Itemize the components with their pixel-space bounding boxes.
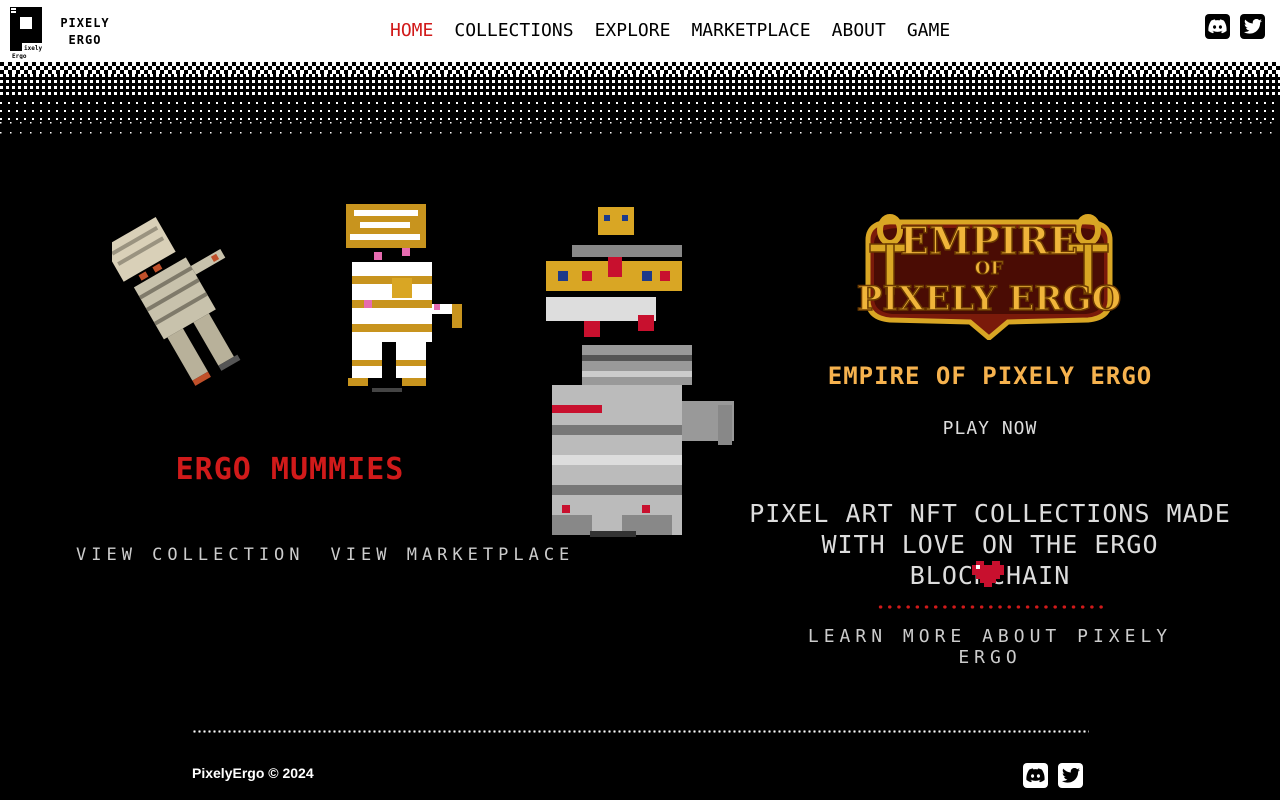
view-collection-link[interactable]: VIEW COLLECTION	[76, 545, 305, 565]
logo-of-text: OF	[975, 258, 1004, 279]
collection-links: VIEW COLLECTION VIEW MARKETPLACE	[76, 545, 574, 565]
header-social-links	[1205, 14, 1265, 39]
logo-empire-text: EMPIRE	[900, 218, 1078, 263]
mummy-sprite-gold	[346, 204, 462, 392]
nav-game[interactable]: GAME	[907, 18, 950, 44]
main-nav: HOME COLLECTIONS EXPLORE MARKETPLACE ABO…	[390, 18, 950, 44]
empire-game-logo[interactable]: EMPIRE OF PIXELY ERGO	[848, 200, 1130, 340]
collection-title[interactable]: ERGO MUMMIES	[140, 452, 440, 487]
footer-copyright: PixelyErgo © 2024	[192, 765, 314, 781]
nav-home[interactable]: HOME	[390, 18, 433, 44]
svg-text:Ergo: Ergo	[12, 53, 27, 59]
logo-text: PIXELY ERGO	[60, 15, 110, 49]
footer-divider	[192, 730, 1089, 733]
site-header: ixely Ergo PIXELY ERGO HOME COLLECTIONS …	[0, 0, 1280, 62]
twitter-icon[interactable]	[1240, 14, 1265, 39]
heart-icon	[972, 561, 1004, 587]
tagline-line-1: PIXEL ART NFT COLLECTIONS MADE	[749, 499, 1231, 528]
logo-mark-icon: ixely Ergo	[10, 7, 42, 59]
play-now-link[interactable]: PLAY NOW	[890, 418, 1090, 439]
discord-icon[interactable]	[1205, 14, 1230, 39]
brand-line-1: PIXELY	[60, 16, 110, 30]
twitter-icon[interactable]	[1058, 763, 1083, 788]
view-marketplace-link[interactable]: VIEW MARKETPLACE	[331, 545, 575, 565]
nav-marketplace[interactable]: MARKETPLACE	[691, 18, 810, 44]
mummy-sprite-pharaoh	[546, 207, 734, 537]
mummy-sprite-tilted	[112, 217, 241, 386]
discord-icon[interactable]	[1023, 763, 1048, 788]
pixely-ergo-logo[interactable]: ixely Ergo PIXELY ERGO	[10, 7, 120, 59]
learn-more-link[interactable]: LEARN MORE ABOUT PIXELY ERGO	[790, 626, 1190, 668]
svg-text:ixely: ixely	[24, 45, 42, 52]
logo-pixely-ergo-text: PIXELY ERGO	[857, 279, 1121, 319]
red-dotted-divider	[876, 605, 1104, 609]
footer-social-links	[1023, 763, 1083, 788]
nav-collections[interactable]: COLLECTIONS	[454, 18, 573, 44]
nav-explore[interactable]: EXPLORE	[595, 18, 671, 44]
game-title[interactable]: EMPIRE OF PIXELY ERGO	[790, 362, 1190, 390]
nav-about[interactable]: ABOUT	[832, 18, 886, 44]
brand-line-2: ERGO	[68, 33, 102, 47]
dither-transition	[0, 62, 1280, 140]
